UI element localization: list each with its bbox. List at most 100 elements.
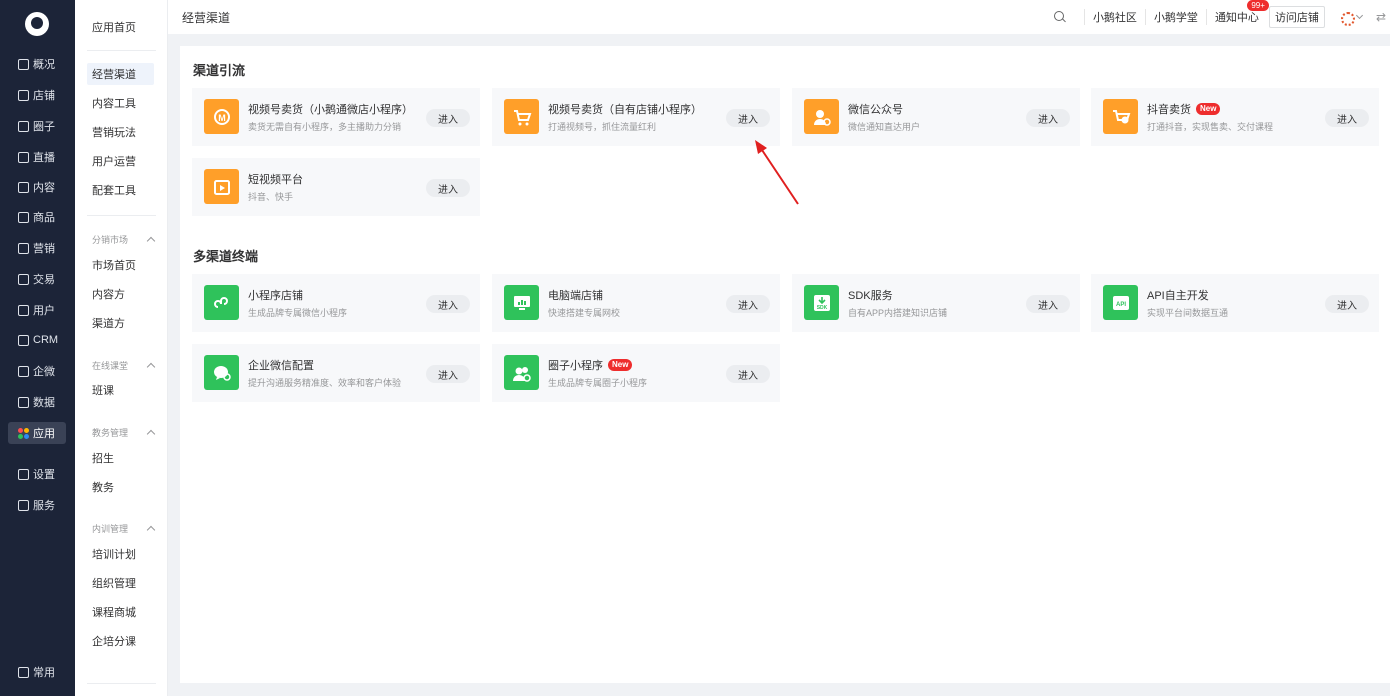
avatar[interactable] — [1339, 10, 1355, 26]
app-card[interactable]: SDK SDK服务 自有APP内搭建知识店铺 进入 — [792, 274, 1080, 332]
search-icon[interactable] — [1053, 11, 1066, 23]
academy-link[interactable]: 小鹅学堂 — [1144, 9, 1206, 25]
sub-group-header-1[interactable]: 在线课堂 — [92, 359, 156, 372]
switch-icon[interactable]: ⇄ — [1376, 10, 1386, 24]
rail-item-10[interactable]: 企微 — [8, 360, 66, 382]
rail-item-1[interactable]: 店铺 — [8, 84, 66, 106]
card-description: 实现平台间数据互通 — [1147, 308, 1229, 318]
sub-item-group3-3[interactable]: 企培分课 — [87, 630, 154, 652]
rail-item-13[interactable]: 设置 — [8, 463, 66, 485]
app-card[interactable]: 企业微信配置 提升沟通服务精准度、效率和客户体验 进入 — [192, 344, 480, 402]
enter-button[interactable]: 进入 — [426, 295, 470, 313]
sub-item-3[interactable]: 用户运营 — [87, 150, 154, 172]
rail-item-2[interactable]: 圈子 — [8, 115, 66, 137]
chevron-up-icon[interactable] — [146, 362, 156, 372]
sub-item-group0-1[interactable]: 内容方 — [87, 283, 154, 305]
card-title: 企业微信配置 — [248, 360, 314, 372]
sub-item-group0-0[interactable]: 市场首页 — [87, 254, 154, 276]
card-description: 打通抖音，实现售卖、交付课程 — [1147, 122, 1274, 132]
sub-item-group3-0[interactable]: 培训计划 — [87, 543, 154, 565]
enter-button[interactable]: 进入 — [426, 179, 470, 197]
rail-item-label: 服务 — [33, 500, 55, 512]
rail-item-15[interactable]: 常用 — [8, 661, 66, 683]
sub-item-group3-1[interactable]: 组织管理 — [87, 572, 154, 594]
app-card[interactable]: 小程序店铺 生成品牌专属微信小程序 进入 — [192, 274, 480, 332]
primary-nav-rail: 概况店铺圈子直播内容商品营销交易用户 CRM 企微数据应用设置服务常用 — [0, 0, 75, 696]
card-title: 微信公众号 — [848, 104, 903, 116]
rail-item-5[interactable]: 商品 — [8, 206, 66, 228]
rail-item-4[interactable]: 内容 — [8, 176, 66, 198]
sub-group-title: 在线课堂 — [92, 361, 129, 371]
card-title: 电脑端店铺 — [548, 290, 603, 302]
sub-item-group2-0[interactable]: 招生 — [87, 447, 154, 469]
visit-shop-button[interactable]: 访问店铺 — [1268, 6, 1325, 28]
sub-item-4[interactable]: 配套工具 — [87, 179, 154, 201]
sub-group-header-0[interactable]: 分销市场 — [92, 233, 156, 246]
app-card[interactable]: 圈子小程序 New 生成品牌专属圈子小程序 进入 — [492, 344, 780, 402]
chevron-up-icon[interactable] — [146, 525, 156, 535]
sub-group-header-3[interactable]: 内训管理 — [92, 522, 156, 535]
rail-item-label: 交易 — [33, 274, 55, 286]
rail-item-6[interactable]: 营销 — [8, 237, 66, 259]
rail-item-7[interactable]: 交易 — [8, 268, 66, 290]
enter-button[interactable]: 进入 — [1026, 295, 1070, 313]
brand-logo[interactable] — [25, 12, 49, 36]
divider — [87, 215, 156, 216]
sdk-icon: SDK — [804, 285, 839, 320]
sub-item-app-home[interactable]: 应用首页 — [87, 16, 154, 38]
short-video-icon — [204, 169, 239, 204]
rail-item-8[interactable]: 用户 — [8, 299, 66, 321]
card-title: API自主开发 — [1147, 290, 1209, 302]
enter-button[interactable]: 进入 — [1325, 295, 1369, 313]
sub-item-group0-2[interactable]: 渠道方 — [87, 312, 154, 334]
enter-button[interactable]: 进入 — [726, 295, 770, 313]
chevron-up-icon[interactable] — [146, 429, 156, 439]
rail-item-label: 概况 — [33, 59, 55, 71]
card-title-row: 电脑端店铺 — [548, 287, 603, 303]
enter-button[interactable]: 进入 — [1325, 109, 1369, 127]
sub-group-header-2[interactable]: 教务管理 — [92, 426, 156, 439]
enter-button[interactable]: 进入 — [726, 109, 770, 127]
notification-label: 通知中心 — [1214, 12, 1259, 24]
app-card[interactable]: API API自主开发实现平台间数据互通 进入 — [1091, 274, 1379, 332]
app-card[interactable]: 短视频平台 抖音、快手 进入 — [192, 158, 480, 216]
app-card[interactable]: M 视频号卖货（小鹅通微店小程序） 卖货无需自有小程序，多主播助力分销 进入 — [192, 88, 480, 146]
rail-item-11[interactable]: 数据 — [8, 391, 66, 413]
overview-icon — [18, 58, 29, 70]
sub-item-0[interactable]: 经营渠道 — [87, 63, 154, 85]
settings-icon — [18, 468, 29, 480]
sub-item-group3-2[interactable]: 课程商城 — [87, 601, 154, 623]
card-title-row: SDK服务 — [848, 287, 893, 303]
app-card[interactable]: 视频号卖货（自有店铺小程序） 打通视频号，抓住流量红利 进入 — [492, 88, 780, 146]
rail-item-0[interactable]: 概况 — [8, 53, 66, 75]
app-card[interactable]: 电脑端店铺快速搭建专属网校 进入 — [492, 274, 780, 332]
app-card[interactable]: 抖音卖货 New 打通抖音，实现售卖、交付课程 进入 — [1091, 88, 1379, 146]
video-shop-icon: M — [204, 99, 239, 134]
card-title: 圈子小程序 — [548, 360, 603, 372]
chevron-down-icon[interactable] — [1355, 11, 1363, 20]
enter-button[interactable]: 进入 — [426, 109, 470, 127]
api-icon: API — [1103, 285, 1138, 320]
data-icon — [18, 396, 29, 408]
sub-item-2[interactable]: 营销玩法 — [87, 121, 154, 143]
app-card[interactable]: 微信公众号 微信通知直达用户 进入 — [792, 88, 1080, 146]
rail-item-label: CRM — [33, 334, 59, 346]
rail-item-9[interactable]: CRM — [8, 329, 66, 351]
rail-item-14[interactable]: 服务 — [8, 494, 66, 516]
card-description: 快速搭建专属网校 — [548, 308, 621, 318]
sub-item-1[interactable]: 内容工具 — [87, 92, 154, 114]
rail-item-3[interactable]: 直播 — [8, 146, 66, 168]
rail-item-12[interactable]: 应用 — [8, 422, 66, 444]
enter-button[interactable]: 进入 — [1026, 109, 1070, 127]
wecom-config-icon — [204, 355, 239, 390]
card-title-row: 微信公众号 — [848, 101, 903, 117]
sub-item-group2-1[interactable]: 教务 — [87, 476, 154, 498]
notification-center-link[interactable]: 通知中心 99+ — [1205, 0, 1269, 25]
enter-button[interactable]: 进入 — [426, 365, 470, 383]
community-link[interactable]: 小鹅社区 — [1083, 9, 1145, 25]
sub-item-group1-0[interactable]: 班课 — [87, 379, 154, 401]
header-actions: 小鹅社区 小鹅学堂 通知中心 99+ 访问店铺 ⇄ — [1053, 0, 1390, 34]
goods-icon — [18, 211, 29, 223]
enter-button[interactable]: 进入 — [726, 365, 770, 383]
chevron-up-icon[interactable] — [146, 236, 156, 246]
